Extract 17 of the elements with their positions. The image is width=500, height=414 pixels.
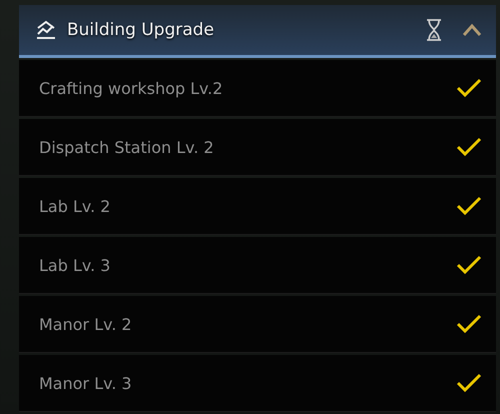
list-item[interactable]: Dispatch Station Lv. 2: [19, 119, 496, 176]
list-item[interactable]: Lab Lv. 3: [19, 237, 496, 294]
hourglass-icon: [426, 19, 442, 41]
list-item[interactable]: Manor Lv. 3: [19, 355, 496, 412]
panel-title: Building Upgrade: [67, 20, 216, 40]
collapse-button[interactable]: [462, 23, 482, 37]
item-label: Manor Lv. 3: [39, 374, 133, 392]
item-label: Manor Lv. 2: [39, 314, 133, 334]
list-item[interactable]: Crafting workshop Lv.2: [19, 60, 496, 117]
item-label: Crafting workshop Lv.2: [39, 78, 224, 98]
item-label: Dispatch Station Lv. 2: [39, 138, 215, 156]
list-item[interactable]: Lab Lv. 2: [19, 178, 496, 235]
panel-header[interactable]: Building Upgrade: [19, 5, 496, 58]
chart-icon: [35, 20, 57, 40]
list-item[interactable]: Manor Lv. 2: [19, 296, 496, 353]
item-label: Lab Lv. 2: [39, 196, 112, 216]
item-label: Lab Lv. 3: [39, 256, 112, 274]
